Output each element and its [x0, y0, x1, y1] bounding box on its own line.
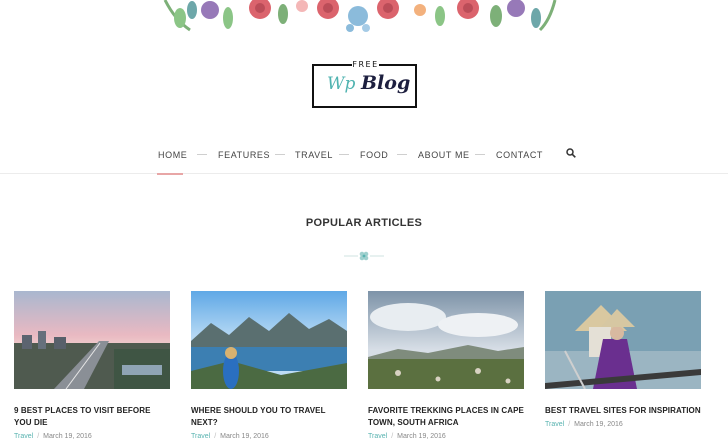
article-card[interactable]: FAVORITE TREKKING PLACES IN CAPE TOWN, S… — [368, 291, 524, 440]
nav-separator — [339, 154, 349, 155]
floral-divider-icon — [344, 251, 384, 261]
article-card[interactable]: WHERE SHOULD YOU TO TRAVEL NEXT? Travel /… — [191, 291, 347, 440]
article-image-city[interactable] — [14, 291, 170, 389]
nav-active-indicator — [157, 173, 183, 175]
article-meta: Travel / March 19, 2016 — [14, 433, 92, 440]
logo-blog-text: Blog — [361, 72, 411, 94]
article-date: March 19, 2016 — [43, 433, 92, 440]
nav-item-about-me[interactable]: ABOUT ME — [418, 150, 470, 160]
article-meta: Travel / March 19, 2016 — [368, 433, 446, 440]
search-icon[interactable] — [566, 148, 576, 158]
article-card[interactable]: BEST TRAVEL SITES FOR INSPIRATION Travel… — [545, 291, 701, 428]
nav-separator — [275, 154, 285, 155]
article-meta: Travel / March 19, 2016 — [191, 433, 269, 440]
article-title[interactable]: 9 BEST PLACES TO VISIT BEFORE YOU DIE — [14, 405, 170, 429]
article-image-boat-woman[interactable] — [545, 291, 701, 389]
nav-separator — [475, 154, 485, 155]
article-date: March 19, 2016 — [397, 433, 446, 440]
article-image-cape-town[interactable] — [368, 291, 524, 389]
article-card[interactable]: 9 BEST PLACES TO VISIT BEFORE YOU DIE Tr… — [14, 291, 170, 440]
article-title[interactable]: WHERE SHOULD YOU TO TRAVEL NEXT? — [191, 405, 347, 429]
nav-item-home[interactable]: HOME — [158, 150, 187, 160]
article-image-fjord[interactable] — [191, 291, 347, 389]
article-title[interactable]: FAVORITE TREKKING PLACES IN CAPE TOWN, S… — [368, 405, 524, 429]
floral-header-decoration — [163, 0, 557, 32]
nav-item-features[interactable]: FEATURES — [218, 150, 270, 160]
section-title: POPULAR ARTICLES — [305, 217, 423, 229]
article-category[interactable]: Travel — [545, 421, 564, 428]
logo-free-text: FREE — [352, 59, 379, 70]
article-category[interactable]: Travel — [14, 433, 33, 440]
logo-wp-text: Wp — [327, 74, 356, 94]
article-category[interactable]: Travel — [368, 433, 387, 440]
article-meta: Travel / March 19, 2016 — [545, 421, 623, 428]
article-date: March 19, 2016 — [220, 433, 269, 440]
article-category[interactable]: Travel — [191, 433, 210, 440]
article-date: March 19, 2016 — [574, 421, 623, 428]
main-navigation: HOME FEATURES TRAVEL FOOD ABOUT ME CONTA… — [0, 140, 728, 175]
nav-item-contact[interactable]: CONTACT — [496, 150, 543, 160]
nav-item-food[interactable]: FOOD — [360, 150, 388, 160]
nav-separator — [197, 154, 207, 155]
article-title[interactable]: BEST TRAVEL SITES FOR INSPIRATION — [545, 405, 701, 417]
nav-item-travel[interactable]: TRAVEL — [295, 150, 333, 160]
nav-separator — [397, 154, 407, 155]
